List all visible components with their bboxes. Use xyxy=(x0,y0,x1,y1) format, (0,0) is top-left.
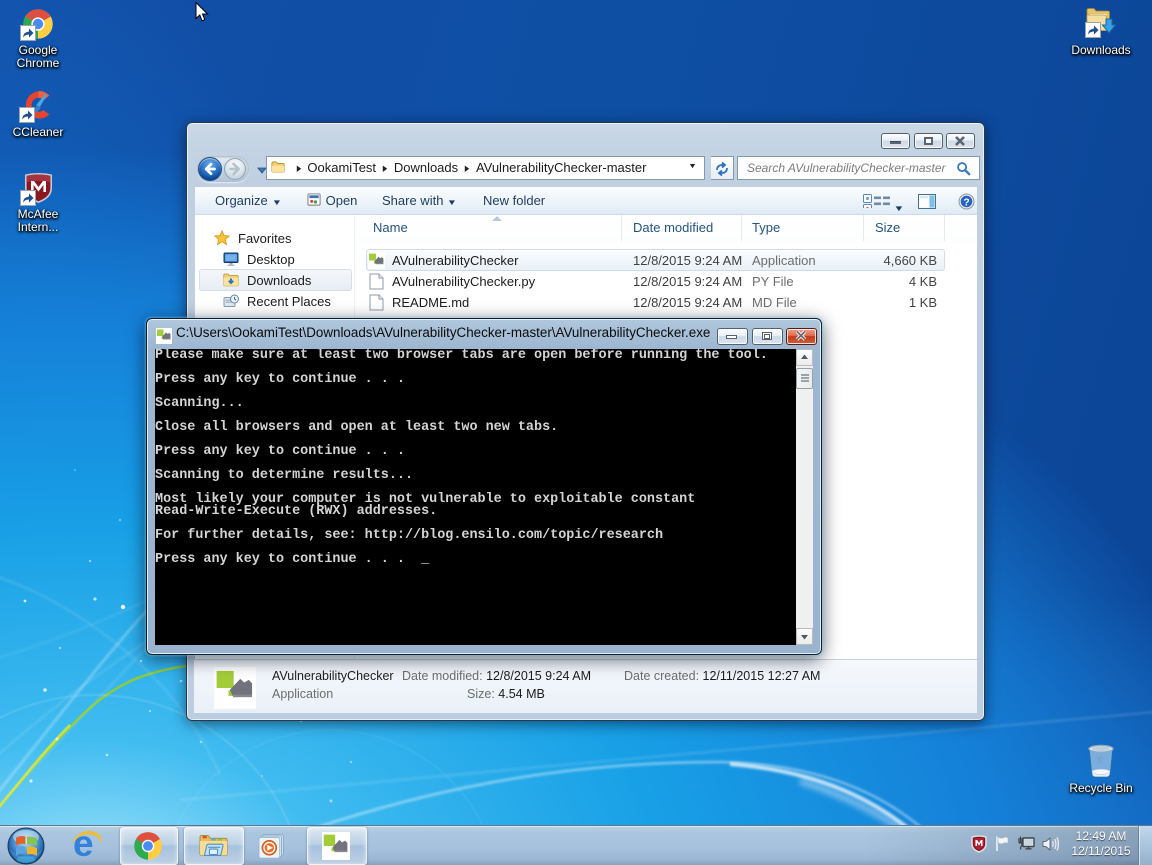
svg-text:?: ? xyxy=(963,197,969,208)
